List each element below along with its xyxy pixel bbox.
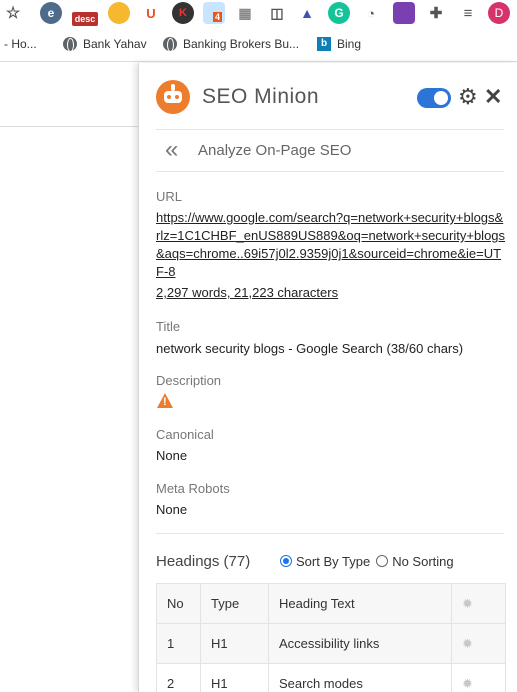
seo-minion-logo-icon: [156, 80, 190, 114]
table-row: 2 H1 Search modes ✹: [156, 663, 506, 692]
col-type: Type: [200, 583, 269, 624]
star-icon[interactable]: ☆: [2, 2, 24, 24]
gear-icon[interactable]: ⚙: [458, 85, 478, 109]
seo-minion-panel: SEO Minion ⚙ ✕ « Analyze On-Page SEO URL…: [138, 63, 517, 692]
page-divider: [0, 126, 138, 127]
ext-bulb-icon[interactable]: 4: [203, 2, 225, 24]
url-link[interactable]: https://www.google.com/search?q=network+…: [156, 209, 506, 281]
bookmark-home[interactable]: - Ho...: [4, 37, 37, 51]
canonical-label: Canonical: [156, 427, 214, 442]
table-header-row: No Type Heading Text ✹: [156, 583, 506, 624]
col-no: No: [156, 583, 201, 624]
panel-subtitle: Analyze On-Page SEO: [198, 142, 352, 159]
bookmark-bank-yahav[interactable]: Bank Yahav: [63, 37, 147, 52]
ext-a-icon[interactable]: ▲: [296, 2, 318, 24]
no-sorting-radio[interactable]: No Sorting: [376, 554, 454, 569]
meta-robots-label: Meta Robots: [156, 481, 230, 496]
brand-title: SEO Minion: [202, 85, 320, 108]
bookmarks-bar: - Ho... Bank Yahav Banking Brokers Bu...…: [0, 28, 517, 62]
headings-header: Headings (77) Sort By Type No Sorting: [156, 550, 506, 572]
headings-title: Headings (77): [156, 552, 251, 570]
page-content-area: [0, 63, 138, 692]
table-row: 1 H1 Accessibility links ✹: [156, 623, 506, 664]
title-label: Title: [156, 319, 181, 334]
lightbulb-icon[interactable]: ✹: [462, 596, 473, 611]
ext-rss-icon[interactable]: ◔: [360, 2, 382, 24]
radio-selected-icon: [280, 555, 292, 567]
headings-table: No Type Heading Text ✹ 1 H1 Accessibilit…: [156, 583, 506, 692]
radio-unselected-icon: [376, 555, 389, 567]
ext-box-icon[interactable]: [393, 2, 415, 24]
col-highlight: ✹: [451, 583, 506, 624]
profile-avatar[interactable]: D: [488, 2, 510, 24]
description-label: Description: [156, 373, 222, 388]
divider: [156, 129, 504, 130]
globe-icon: [163, 37, 177, 52]
ext-puzzle-gray-icon[interactable]: ▦: [234, 2, 256, 24]
panel-header: SEO Minion ⚙ ✕: [139, 63, 517, 129]
close-icon[interactable]: ✕: [484, 85, 502, 109]
title-value: network security blogs - Google Search (…: [156, 341, 464, 356]
extensions-puzzle-icon[interactable]: ✚: [425, 2, 447, 24]
ext-grammarly-icon[interactable]: G: [328, 2, 350, 24]
divider: [156, 533, 504, 534]
ext-pocket-icon[interactable]: ◫: [266, 2, 288, 24]
canonical-value: None: [156, 448, 188, 463]
bing-icon: b: [317, 37, 331, 51]
col-heading-text: Heading Text: [268, 583, 452, 624]
lightbulb-icon[interactable]: ✹: [462, 676, 473, 691]
sort-by-type-radio[interactable]: Sort By Type: [280, 554, 370, 569]
meta-robots-value: None: [156, 502, 188, 517]
bookmark-banking-brokers[interactable]: Banking Brokers Bu...: [163, 37, 299, 52]
globe-icon: [63, 37, 77, 52]
extensions-toolbar: ☆ e desc U K 4 ▦ ◫ ▲ G ◔ ✚ ≡ D: [0, 0, 517, 28]
divider: [156, 171, 504, 172]
warning-icon: !: [157, 393, 173, 408]
url-label: URL: [156, 189, 183, 204]
lightbulb-icon[interactable]: ✹: [462, 636, 473, 651]
word-count-link[interactable]: 2,297 words, 21,223 characters: [156, 285, 338, 300]
ext-balloon-icon[interactable]: [108, 2, 130, 24]
ext-u-icon[interactable]: U: [140, 2, 162, 24]
bookmark-bing[interactable]: b Bing: [317, 37, 361, 51]
ext-e-icon[interactable]: e: [40, 2, 62, 24]
media-control-icon[interactable]: ≡: [457, 2, 479, 24]
enable-toggle[interactable]: [417, 88, 451, 108]
back-chevron-icon[interactable]: «: [165, 137, 178, 163]
ext-k-icon[interactable]: K: [172, 2, 194, 24]
ext-desc-icon[interactable]: desc: [72, 12, 98, 26]
